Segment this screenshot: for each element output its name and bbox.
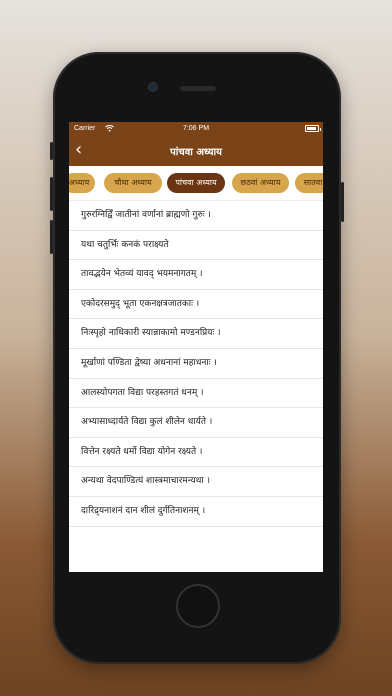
list-item[interactable]: तावद्भयेन भेतव्यं यावद् भयमनागतम् । xyxy=(69,260,323,290)
battery-icon xyxy=(305,125,321,132)
list-item[interactable]: अन्यथा वेदपाण्डित्यं शास्त्रमाचारमन्यथा … xyxy=(69,467,323,497)
front-camera xyxy=(149,83,157,91)
phone-frame: Carrier 7:06 PM ‹ पांचवा अध्याय अध्याय च… xyxy=(50,52,344,664)
list-item[interactable]: वित्तेन रक्ष्यते धर्मो विद्या योगेन रक्ष… xyxy=(69,438,323,468)
status-time: 7:06 PM xyxy=(182,125,210,132)
list-item[interactable]: अभ्यासाध्दार्यते विद्या कुलं शीलेन धार्य… xyxy=(69,408,323,438)
chapter-tab-strip[interactable]: अध्याय चौथा अध्याय पांचवा अध्याय छठवां अ… xyxy=(69,166,323,201)
list-item[interactable]: दारिद्र्यनाशनं दान शीलं दुर्गतिनाशनम् । xyxy=(69,497,323,527)
earpiece-speaker xyxy=(180,86,216,91)
list-item[interactable]: मूर्खाणां पण्डिता द्वेष्या अधनानां महाधन… xyxy=(69,349,323,379)
list-item[interactable]: यथा चतुर्भिः कनकं पराक्ष्यते xyxy=(69,231,323,261)
status-bar: Carrier 7:06 PM xyxy=(69,122,323,136)
tab-chapter-6[interactable]: छठवां अध्याय xyxy=(232,173,289,193)
page-title: पांचवा अध्याय xyxy=(170,147,222,158)
tab-chapter-3[interactable]: अध्याय xyxy=(69,173,95,193)
verse-list: गुरुरग्निर्द्विं जातीनां वर्णानां ब्राह्… xyxy=(69,201,323,527)
volume-up-button xyxy=(50,177,53,211)
list-item[interactable]: आलस्योपगता विद्या परहस्तगतं धनम् । xyxy=(69,379,323,409)
tab-chapter-4[interactable]: चौथा अध्याय xyxy=(104,173,162,193)
home-button[interactable] xyxy=(176,584,220,628)
list-item[interactable]: निःस्पृहो नाधिकारी स्यान्नाकामो मण्डनप्र… xyxy=(69,319,323,349)
volume-down-button xyxy=(50,220,53,254)
tab-chapter-5[interactable]: पांचवा अध्याय xyxy=(167,173,225,193)
list-item[interactable]: गुरुरग्निर्द्विं जातीनां वर्णानां ब्राह्… xyxy=(69,201,323,231)
mute-switch xyxy=(50,142,53,160)
navigation-bar: ‹ पांचवा अध्याय xyxy=(69,136,323,166)
power-button xyxy=(341,182,344,222)
app-screen: Carrier 7:06 PM ‹ पांचवा अध्याय अध्याय च… xyxy=(69,122,323,572)
battery-level xyxy=(307,127,316,130)
tab-chapter-7[interactable]: सातवा xyxy=(295,173,323,193)
list-item[interactable]: एकोदरसमुद् भूता एकनक्षत्रजातकाः । xyxy=(69,290,323,320)
